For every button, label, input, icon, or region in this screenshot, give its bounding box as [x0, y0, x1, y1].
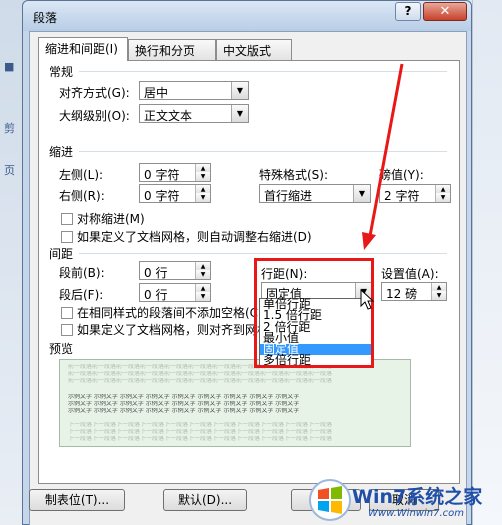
preview-next-paragraph: 下一段落下一段落下一段落下一段落下一段落下一段落下一段落下一段落下一段落下一段落…	[68, 422, 333, 427]
special-indent-select[interactable]: 首行缩进 ▼	[259, 184, 371, 203]
indent-section-label: 缩进	[49, 145, 74, 159]
highlight-box	[254, 258, 374, 368]
special-indent-label: 特殊格式(S):	[259, 168, 329, 182]
alignment-select[interactable]: 居中 ▼	[139, 81, 249, 100]
ribbon-icon: ■	[4, 60, 15, 73]
spin-down-icon[interactable]: ▼	[195, 172, 210, 181]
help-button[interactable]: ?	[395, 2, 421, 21]
checkbox-box	[61, 307, 73, 319]
spacing-section-label: 间距	[49, 247, 74, 261]
general-section-label: 常规	[49, 65, 74, 79]
spin-down-icon[interactable]: ▼	[195, 292, 210, 301]
space-after-label: 段后(F):	[59, 288, 104, 302]
left-indent-spinner[interactable]: 0 字符 ▲ ▼	[139, 163, 211, 182]
spacing-at-label: 设置值(A):	[381, 267, 439, 281]
auto-adjust-indent-label: 如果定义了文档网格，则自动调整右缩进(D)	[77, 230, 312, 244]
checkbox-box	[61, 324, 73, 336]
dialog-title: 段落	[33, 11, 58, 25]
preview-section-label: 预览	[49, 342, 74, 356]
spin-down-icon[interactable]: ▼	[195, 193, 210, 202]
preview-prev-paragraph: 前一段落前一段落前一段落前一段落前一段落前一段落前一段落前一段落前一段落前一段落…	[68, 371, 333, 376]
space-before-label: 段前(B):	[59, 266, 105, 280]
special-indent-value: 首行缩进	[264, 189, 313, 203]
right-indent-value: 0 字符	[144, 189, 180, 203]
win7-logo-icon	[309, 479, 351, 521]
spacing-at-spinner[interactable]: 12 磅 ▲ ▼	[381, 282, 447, 301]
chevron-down-icon[interactable]: ▼	[231, 82, 248, 99]
auto-adjust-indent-checkbox[interactable]: 如果定义了文档网格，则自动调整右缩进(D)	[61, 228, 312, 245]
paragraph-dialog: 段落 ? ✕ 缩进和间距(I) 换行和分页(P) 中文版式(H) 常规 对齐方式…	[22, 0, 472, 525]
watermark-url: Www.Winwin7.com	[368, 508, 464, 519]
spacing-at-value: 12 磅	[386, 287, 418, 301]
indent-by-label: 磅值(Y):	[379, 168, 424, 182]
watermark: Win7系统之家 Www.Winwin7.com	[308, 478, 502, 525]
checkbox-box	[61, 231, 73, 243]
mirror-indents-checkbox[interactable]: 对称缩进(M)	[61, 210, 145, 227]
spin-down-icon[interactable]: ▼	[431, 291, 446, 300]
chevron-down-icon[interactable]: ▼	[231, 105, 248, 122]
tab-indents-spacing[interactable]: 缩进和间距(I)	[38, 37, 128, 61]
preview-next-paragraph: 下一段落下一段落下一段落下一段落下一段落下一段落下一段落下一段落下一段落下一段落…	[68, 429, 333, 434]
preview-sample-line: 示例文字 示例文字 示例文字 示例文字 示例文字 示例文字 示例文字 示例文字 …	[68, 401, 300, 406]
no-space-same-style-label: 在相同样式的段落间不添加空格(C)	[77, 306, 263, 320]
right-indent-spinner[interactable]: 0 字符 ▲ ▼	[139, 184, 211, 203]
space-before-spinner[interactable]: 0 行 ▲ ▼	[139, 261, 211, 280]
set-default-button[interactable]: 默认(D)...	[163, 489, 247, 511]
left-indent-label: 左侧(L):	[59, 168, 104, 182]
spacing-separator	[79, 253, 447, 254]
preview-sample-line: 示例文字 示例文字 示例文字 示例文字 示例文字 示例文字 示例文字 示例文字 …	[68, 394, 300, 399]
close-button[interactable]: ✕	[423, 2, 467, 21]
outline-level-value: 正文文本	[144, 109, 193, 123]
tab-line-page-breaks[interactable]: 换行和分页(P)	[128, 39, 216, 73]
outline-level-label: 大纲级别(O):	[59, 109, 130, 123]
space-after-spinner[interactable]: 0 行 ▲ ▼	[139, 283, 211, 302]
indent-separator	[79, 151, 447, 152]
checkbox-box	[61, 213, 73, 225]
no-space-same-style-checkbox[interactable]: 在相同样式的段落间不添加空格(C)	[61, 304, 263, 321]
spin-down-icon[interactable]: ▼	[435, 193, 450, 202]
preview-sample-line: 示例文字 示例文字 示例文字 示例文字 示例文字 示例文字 示例文字 示例文字 …	[68, 408, 300, 413]
ribbon-page-label: 页	[4, 164, 15, 177]
chevron-down-icon[interactable]: ▼	[353, 185, 370, 202]
document-area-edge	[472, 0, 502, 525]
tabs-button[interactable]: 制表位(T)...	[29, 489, 125, 511]
preview-pane: 前一段落前一段落前一段落前一段落前一段落前一段落前一段落前一段落前一段落前一段落…	[59, 359, 411, 447]
alignment-label: 对齐方式(G):	[59, 86, 130, 100]
spin-down-icon[interactable]: ▼	[195, 270, 210, 279]
left-indent-value: 0 字符	[144, 168, 180, 182]
alignment-value: 居中	[144, 86, 169, 100]
indent-by-spinner[interactable]: 2 字符 ▲ ▼	[379, 184, 451, 203]
preview-next-paragraph: 下一段落下一段落下一段落下一段落下一段落下一段落下一段落下一段落下一段落下一段落…	[68, 436, 333, 441]
watermark-brand: Win7系统之家	[352, 486, 483, 508]
space-before-value: 0 行	[144, 266, 168, 280]
general-separator	[79, 71, 447, 72]
space-after-value: 0 行	[144, 288, 168, 302]
outline-level-select[interactable]: 正文文本 ▼	[139, 104, 249, 123]
title-bar[interactable]: 段落 ? ✕	[23, 1, 471, 31]
mirror-indents-label: 对称缩进(M)	[77, 212, 145, 226]
indent-by-value: 2 字符	[384, 189, 420, 203]
right-indent-label: 右侧(R):	[59, 189, 105, 203]
tab-asian-typography[interactable]: 中文版式(H)	[216, 39, 292, 73]
preview-prev-paragraph: 前一段落前一段落前一段落前一段落前一段落前一段落前一段落前一段落前一段落前一段落…	[68, 378, 333, 383]
ribbon-clipboard-label: 剪	[4, 122, 15, 135]
